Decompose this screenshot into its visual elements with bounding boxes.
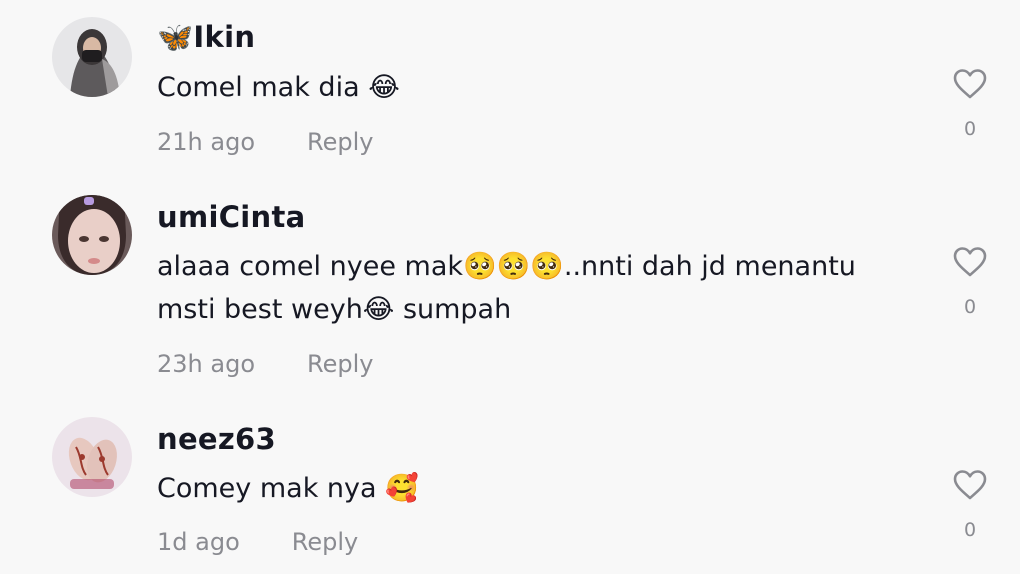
comment-timestamp: 21h ago xyxy=(157,128,256,156)
avatar-hijab-icon xyxy=(52,17,132,97)
avatar-henna-icon xyxy=(52,417,132,497)
like-button[interactable]: 0 xyxy=(948,469,992,541)
like-count: 0 xyxy=(963,519,977,541)
reply-button[interactable]: Reply xyxy=(307,350,373,378)
comment-text-line-2: msti best weyh😂 sumpah xyxy=(157,294,512,325)
comment-text: Comel mak dia 😂 xyxy=(157,72,400,103)
heart-icon[interactable] xyxy=(952,246,988,278)
avatar-selfie-icon xyxy=(52,195,132,275)
reply-button[interactable]: Reply xyxy=(292,528,358,556)
comment-username[interactable]: neez63 xyxy=(157,422,276,456)
comment-username[interactable]: umiCinta xyxy=(157,200,306,234)
like-count: 0 xyxy=(963,296,977,318)
avatar[interactable] xyxy=(52,417,132,497)
comment-item: umiCinta alaaa comel nyee mak🥺🥺🥺..nnti d… xyxy=(0,180,1020,400)
heart-icon[interactable] xyxy=(952,469,988,501)
comment-timestamp: 1d ago xyxy=(157,528,240,556)
like-button[interactable]: 0 xyxy=(948,68,992,140)
like-button[interactable]: 0 xyxy=(948,246,992,318)
comment-text: Comey mak nya 🥰 xyxy=(157,473,419,504)
avatar[interactable] xyxy=(52,17,132,97)
comment-timestamp: 23h ago xyxy=(157,350,256,378)
comment-item: neez63 Comey mak nya 🥰 1d ago Reply 0 xyxy=(0,400,1020,574)
comment-meta: 23h ago Reply xyxy=(157,350,373,378)
comment-meta: 21h ago Reply xyxy=(157,128,373,156)
reply-button[interactable]: Reply xyxy=(307,128,373,156)
comment-meta: 1d ago Reply xyxy=(157,528,358,556)
like-count: 0 xyxy=(963,118,977,140)
heart-icon[interactable] xyxy=(952,68,988,100)
comment-username[interactable]: 🦋Ikin xyxy=(157,20,255,55)
comment-text-line-1: alaaa comel nyee mak🥺🥺🥺..nnti dah jd men… xyxy=(157,251,856,282)
avatar[interactable] xyxy=(52,195,132,275)
comment-item: 🦋Ikin Comel mak dia 😂 21h ago Reply 0 xyxy=(0,0,1020,180)
